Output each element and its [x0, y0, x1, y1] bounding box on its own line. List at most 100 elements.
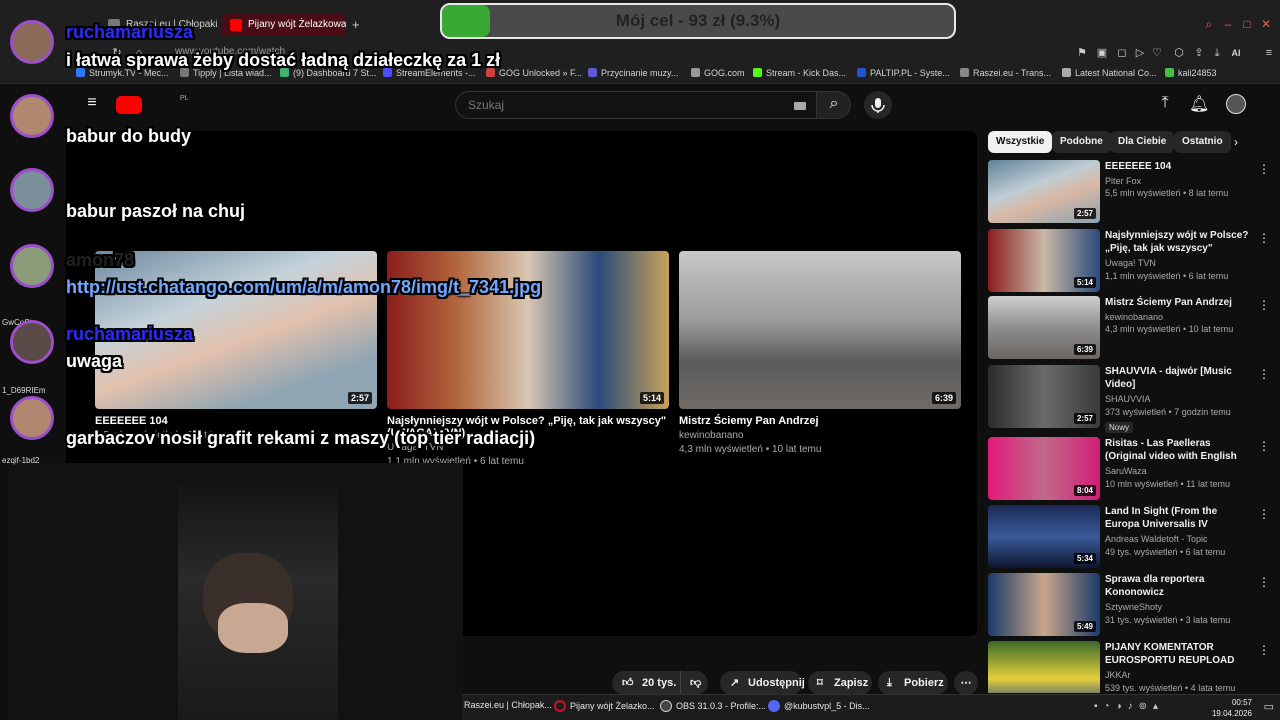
chip-for-you[interactable]: Dla Ciebie — [1110, 131, 1175, 153]
recommendation-item[interactable]: 5:14 Najsłynniejszy wójt w Polsce? „Piję… — [988, 229, 1270, 293]
video-duration: 5:14 — [639, 392, 664, 404]
more-vert-icon[interactable]: ⋮ — [1258, 231, 1270, 245]
recommendation-item[interactable]: 5:49 Sprawa dla reportera Kononowicz Szt… — [988, 573, 1270, 637]
extension-icon[interactable]: ▣ — [1095, 46, 1109, 60]
recommendation-thumbnail: 2:57 — [988, 160, 1100, 223]
bookmark-item[interactable]: Raszei.eu - Trans... — [960, 68, 1051, 78]
viewer-label: 1_D69RIEm — [2, 386, 46, 395]
recommendation-item[interactable]: 6:39 Mistrz Ściemy Pan Andrzej kewinoban… — [988, 296, 1270, 360]
new-tab-icon[interactable]: + — [352, 17, 360, 32]
bookmark-favicon-icon — [857, 68, 866, 77]
search-button[interactable]: ⌕ — [817, 91, 851, 119]
recommendation-title: Najsłynniejszy wójt w Polsce? „Piję, tak… — [1105, 230, 1249, 254]
cube-icon[interactable]: ⬡ — [1172, 46, 1186, 60]
microphone-icon — [871, 98, 885, 113]
video-duration: 6:39 — [1073, 344, 1096, 355]
recommendation-item[interactable]: 5:34 Land In Sight (From the Europa Univ… — [988, 505, 1270, 569]
close-icon[interactable]: ✕ — [1260, 18, 1272, 30]
bookmark-item[interactable]: Przycinanie muzy... — [588, 68, 678, 78]
taskbar-item[interactable]: Raszei.eu | Chłopak... — [464, 700, 552, 710]
more-icon: ⋯ — [960, 677, 972, 689]
endscreen-meta: 4,3 mln wyświetleń • 10 lat temu — [679, 444, 822, 455]
play-icon[interactable]: ▷ — [1133, 46, 1147, 60]
recommendation-item[interactable]: PIJANY KOMENTATOR EUROSPORTU REUPLOAD JK… — [988, 641, 1268, 693]
chip-recent[interactable]: Ostatnio — [1174, 131, 1231, 153]
more-actions-button[interactable]: ⋯ — [954, 671, 978, 695]
recommendation-item[interactable]: 8:04 Risitas - Las Paelleras (Original v… — [988, 437, 1270, 501]
share-icon: ↗ — [730, 677, 740, 689]
bookmark-item[interactable]: kali24853 — [1165, 68, 1217, 78]
maximize-icon[interactable]: □ — [1241, 18, 1253, 30]
recommendation-thumbnail: 5:34 — [988, 505, 1100, 568]
voice-search-button[interactable] — [864, 91, 892, 119]
video-duration: 5:49 — [1073, 621, 1096, 632]
keyboard-icon[interactable] — [794, 102, 806, 110]
bookmark-item[interactable]: GOG.com — [691, 68, 745, 78]
recommendation-thumbnail: 2:57 — [988, 365, 1100, 428]
recommendation-title: EEEEEEE 104 — [1105, 161, 1172, 172]
taskbar-item[interactable]: OBS 31.0.3 - Profile:... — [660, 700, 766, 712]
menu-icon[interactable]: ≡ — [1262, 46, 1276, 60]
bookmark-item[interactable]: GOG Unlocked » F... — [486, 68, 582, 78]
more-vert-icon[interactable]: ⋮ — [1258, 298, 1270, 312]
heart-icon[interactable]: ♡ — [1150, 46, 1164, 60]
taskbar-item[interactable]: Pijany wójt Żelazko... — [552, 700, 655, 712]
recommendation-item[interactable]: 2:57 SHAUVVIA - dajwór [Music Video] SHA… — [988, 365, 1270, 433]
clock[interactable]: 00:57 19.04.2026 — [1212, 697, 1252, 719]
bookmark-item[interactable]: Stream - Kick Das... — [753, 68, 846, 78]
ai-button[interactable]: AI — [1226, 46, 1246, 60]
chip-all[interactable]: Wszystkie — [988, 131, 1053, 153]
recommendation-thumbnail: 5:49 — [988, 573, 1100, 636]
recommendation-meta: 31 tys. wyświetleń • 3 lata temu — [1105, 615, 1231, 625]
download-icon[interactable]: ⤓ — [1210, 46, 1224, 60]
recommendation-meta: 4,3 mln wyświetleń • 10 lat temu — [1105, 324, 1234, 334]
bookmark-item[interactable]: Latest National Co... — [1062, 68, 1157, 78]
account-avatar[interactable] — [1226, 94, 1246, 114]
search-tabs-icon[interactable]: ⌕ — [1203, 18, 1215, 30]
recommendation-title: Risitas - Las Paelleras (Original video … — [1105, 438, 1237, 462]
search-box[interactable] — [455, 91, 817, 119]
share-icon[interactable]: ⇪ — [1192, 46, 1206, 60]
youtube-logo[interactable] — [116, 96, 142, 114]
more-vert-icon[interactable]: ⋮ — [1258, 643, 1268, 657]
webcam-feed — [8, 463, 463, 720]
endscreen-video-3[interactable]: 6:39 Mistrz Ściemy Pan Andrzej kewinoban… — [679, 251, 961, 455]
obs-icon — [660, 700, 672, 712]
hamburger-menu-icon[interactable]: ≡ — [84, 94, 100, 112]
download-button[interactable]: ⤓ Pobierz — [878, 671, 948, 695]
clock-date: 19.04.2026 — [1211, 709, 1252, 718]
search-input[interactable] — [468, 98, 768, 112]
endscreen-thumbnail: 5:14 — [387, 251, 669, 409]
dislike-icon[interactable]: 👎︎ — [690, 671, 701, 695]
more-vert-icon[interactable]: ⋮ — [1258, 507, 1270, 521]
system-tray-icons[interactable]: ▪◔◑♪⊚▴ — [1094, 701, 1164, 712]
more-vert-icon[interactable]: ⋮ — [1258, 367, 1270, 381]
camera-icon[interactable]: ◻ — [1115, 46, 1129, 60]
chip-related[interactable]: Podobne — [1052, 131, 1111, 153]
recommendation-thumbnail: 6:39 — [988, 296, 1100, 359]
endscreen-title[interactable]: EEEEEEE 104 — [95, 415, 377, 427]
minimize-icon[interactable]: – — [1222, 18, 1234, 30]
bookmark-item[interactable]: PALTIP.PL - Syste... — [857, 68, 950, 78]
notifications-bell-icon[interactable]: 🔔︎ — [1189, 94, 1209, 114]
notifications-icon[interactable]: ▭ — [1264, 700, 1274, 713]
endscreen-title[interactable]: Mistrz Ściemy Pan Andrzej — [679, 415, 961, 427]
recommendation-item[interactable]: 2:57 EEEEEEE 104 Piter Fox 5,5 mln wyświ… — [988, 160, 1270, 224]
chat-avatar — [10, 94, 54, 138]
upload-icon[interactable]: ⤒ — [1157, 94, 1173, 112]
recommendation-channel: kewinobanano — [1105, 312, 1164, 322]
taskbar-item[interactable]: @kubustvpl_5 - Dis... — [768, 700, 870, 712]
chevron-right-icon[interactable]: › — [1234, 135, 1238, 149]
video-duration: 6:39 — [931, 392, 956, 404]
like-dislike-group: 👍︎ 20 tys. 👎︎ — [612, 671, 708, 695]
more-vert-icon[interactable]: ⋮ — [1258, 575, 1270, 589]
like-count[interactable]: 20 tys. — [642, 671, 676, 695]
save-button[interactable]: ⌑ Zapisz — [808, 671, 872, 695]
bookmark-icon[interactable]: ⚑ — [1075, 46, 1089, 60]
share-button[interactable]: ↗ Udostępnij — [720, 671, 805, 695]
more-vert-icon[interactable]: ⋮ — [1258, 162, 1270, 176]
tab-youtube-active[interactable]: Pijany wójt Żelazkowa - Yo — [222, 14, 346, 36]
more-vert-icon[interactable]: ⋮ — [1258, 439, 1270, 453]
like-icon[interactable]: 👍︎ — [622, 671, 634, 695]
recommendation-thumbnail: 5:14 — [988, 229, 1100, 292]
